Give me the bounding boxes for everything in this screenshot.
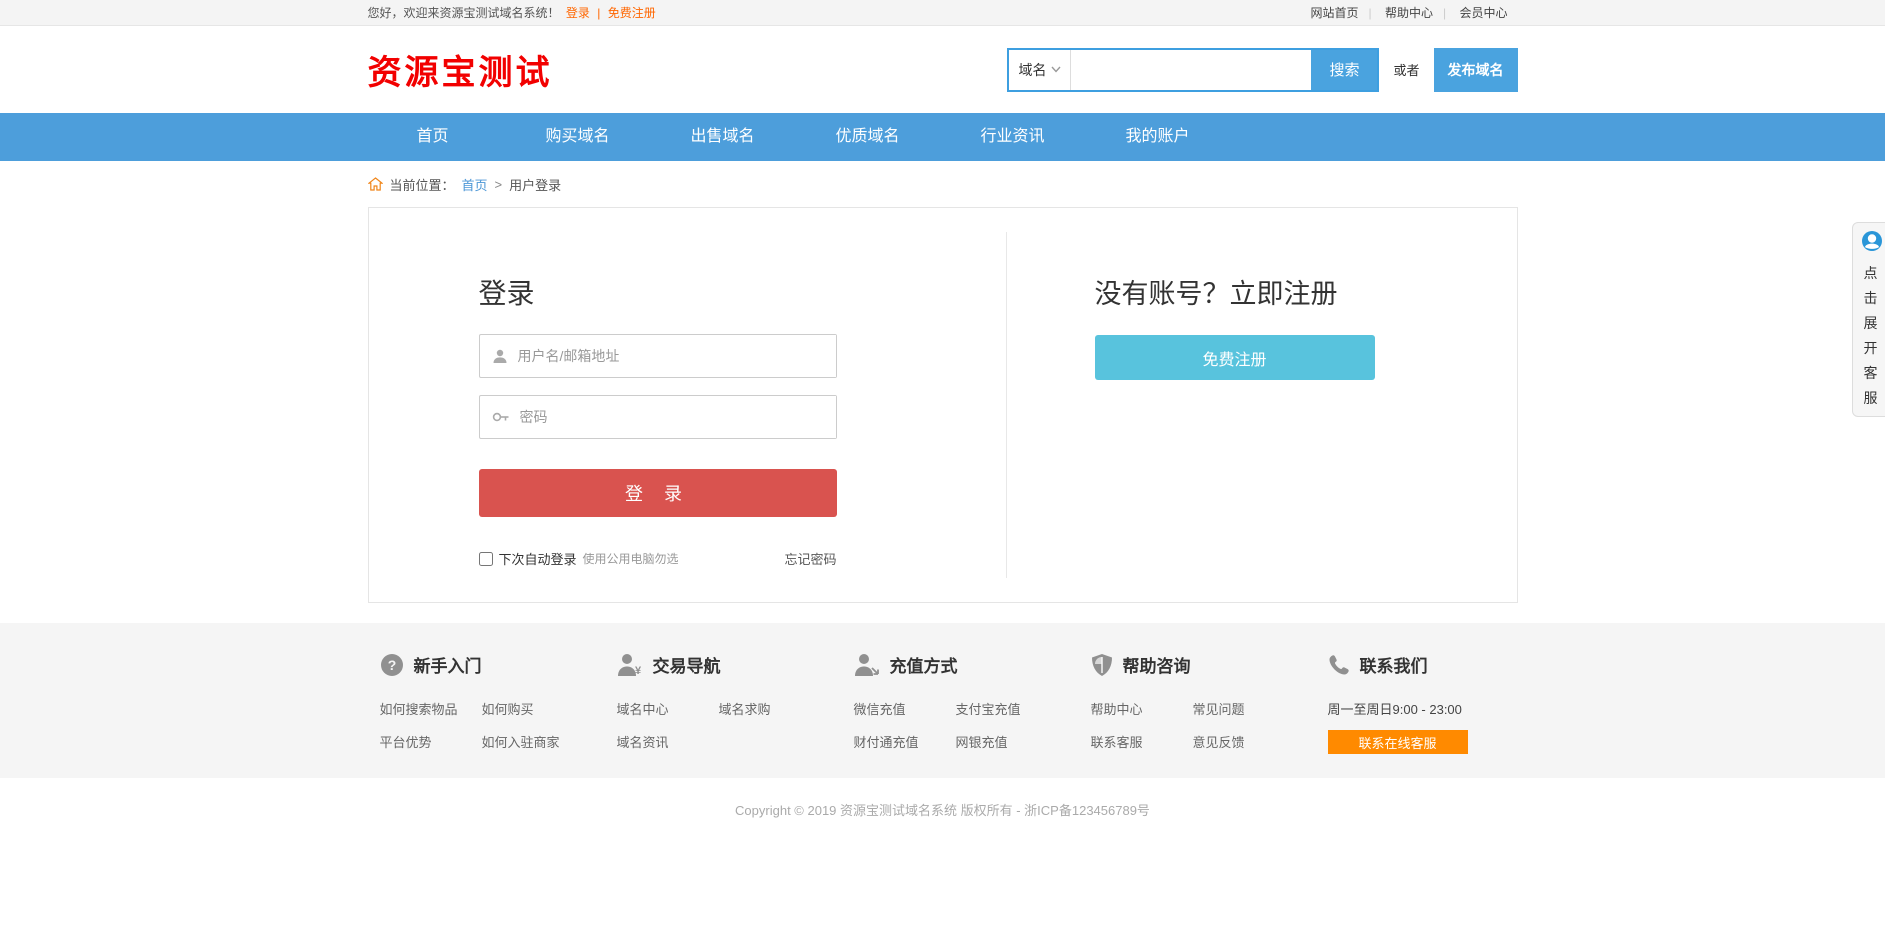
- recharge-person-icon: [854, 653, 880, 677]
- site-logo[interactable]: 资源宝测试: [368, 45, 553, 94]
- contact-online-service-button[interactable]: 联系在线客服: [1328, 730, 1468, 754]
- footer-col-title: 帮助咨询: [1123, 652, 1191, 677]
- nav-item-my-account[interactable]: 我的账户: [1093, 113, 1223, 161]
- nav-item-industry-news[interactable]: 行业资讯: [948, 113, 1078, 161]
- footer-col-title: 充值方式: [890, 652, 958, 677]
- auto-login-option: 下次自动登录 使用公用电脑勿选: [479, 549, 679, 568]
- publish-domain-button[interactable]: 发布域名: [1434, 48, 1518, 92]
- forgot-password-link[interactable]: 忘记密码: [784, 549, 836, 568]
- nav-item-sell-domain[interactable]: 出售域名: [658, 113, 788, 161]
- search-box: 域名 搜索: [1007, 48, 1379, 92]
- expand-service-label: 点 击 展 开 客 服: [1853, 263, 1885, 408]
- breadcrumb-separator: >: [495, 177, 503, 192]
- username-field-wrap: [479, 334, 837, 378]
- search-category-label: 域名: [1018, 60, 1046, 80]
- auto-login-label: 下次自动登录: [499, 549, 577, 568]
- footer-link[interactable]: 支付宝充值: [956, 699, 1091, 718]
- footer-col-title: 新手入门: [414, 652, 482, 677]
- divider: |: [1443, 6, 1446, 20]
- free-register-button[interactable]: 免费注册: [1095, 335, 1375, 380]
- password-field-wrap: [479, 395, 837, 439]
- nav-item-home[interactable]: 首页: [368, 113, 498, 161]
- customer-service-float-panel[interactable]: 点 击 展 开 客 服: [1852, 222, 1885, 417]
- or-text: 或者: [1393, 60, 1419, 79]
- breadcrumb-home-link[interactable]: 首页: [462, 175, 488, 194]
- topbar-link-member-center[interactable]: 会员中心: [1459, 6, 1507, 20]
- login-panel: 登录 登 录 下次自动登录 使用公用电脑勿选: [368, 207, 1518, 603]
- login-options: 下次自动登录 使用公用电脑勿选 忘记密码: [479, 549, 837, 568]
- vertical-divider: [1006, 232, 1007, 578]
- footer-col-title: 联系我们: [1360, 652, 1428, 677]
- footer-col-trade: ¥ 交易导航 域名中心 域名求购 域名资讯: [617, 652, 854, 754]
- footer-link[interactable]: 微信充值: [854, 699, 956, 718]
- trade-person-icon: ¥: [617, 653, 643, 677]
- footer-link[interactable]: 域名中心: [617, 699, 719, 718]
- topbar: 您好，欢迎来资源宝测试域名系统！ 登录 | 免费注册 网站首页 | 帮助中心 | 会…: [0, 0, 1885, 26]
- footer-link[interactable]: 域名资讯: [617, 732, 719, 751]
- topbar-welcome-area: 您好，欢迎来资源宝测试域名系统！ 登录 | 免费注册: [368, 4, 659, 21]
- breadcrumb-current: 用户登录: [509, 175, 561, 194]
- login-submit-button[interactable]: 登 录: [479, 469, 837, 517]
- footer-link[interactable]: 意见反馈: [1193, 732, 1328, 751]
- footer-link[interactable]: 常见问题: [1193, 699, 1328, 718]
- divider: |: [1369, 6, 1372, 20]
- topbar-link-site-home[interactable]: 网站首页: [1311, 6, 1359, 20]
- topbar-link-help-center[interactable]: 帮助中心: [1385, 6, 1433, 20]
- user-icon: [492, 348, 508, 364]
- domain-search-area: 域名 搜索 或者 发布域名: [1007, 48, 1517, 92]
- footer-col-title: 交易导航: [653, 652, 721, 677]
- footer-col-recharge: 充值方式 微信充值 支付宝充值 财付通充值 网银充值: [854, 652, 1091, 754]
- footer-link[interactable]: 域名求购: [719, 699, 854, 718]
- nav-item-premium-domain[interactable]: 优质域名: [803, 113, 933, 161]
- phone-icon: [1328, 654, 1350, 676]
- svg-text:?: ?: [387, 657, 396, 673]
- service-hours: 周一至周日9:00 - 23:00: [1328, 699, 1468, 718]
- footer-link[interactable]: 如何搜索物品: [380, 699, 482, 718]
- footer-col-help: 帮助咨询 帮助中心 常见问题 联系客服 意见反馈: [1091, 652, 1328, 754]
- footer: ? 新手入门 如何搜索物品 如何购买 平台优势 如何入驻商家 ¥ 交易导航 域名…: [0, 623, 1885, 778]
- password-input[interactable]: [520, 396, 836, 438]
- topbar-separator: |: [597, 6, 600, 20]
- question-circle-icon: ?: [380, 653, 404, 677]
- topbar-links: 网站首页 | 帮助中心 | 会员中心: [1301, 4, 1518, 21]
- footer-link[interactable]: 如何入驻商家: [482, 732, 617, 751]
- search-input[interactable]: [1071, 50, 1311, 90]
- footer-link[interactable]: 财付通充值: [854, 732, 956, 751]
- footer-col-beginner: ? 新手入门 如何搜索物品 如何购买 平台优势 如何入驻商家: [380, 652, 617, 754]
- chevron-down-icon: [1051, 66, 1061, 73]
- auto-login-checkbox[interactable]: [479, 552, 493, 566]
- footer-col-contact: 联系我们 周一至周日9:00 - 23:00 联系在线客服: [1328, 652, 1468, 754]
- topbar-register-link[interactable]: 免费注册: [608, 6, 656, 20]
- footer-link[interactable]: 帮助中心: [1091, 699, 1193, 718]
- copyright-text: Copyright © 2019 资源宝测试域名系统 版权所有 - 浙ICP备1…: [0, 800, 1885, 819]
- breadcrumb: 当前位置： 首页 > 用户登录: [0, 161, 1885, 207]
- footer-link[interactable]: 如何购买: [482, 699, 617, 718]
- footer-link[interactable]: 平台优势: [380, 732, 482, 751]
- svg-text:¥: ¥: [634, 665, 641, 677]
- footer-link[interactable]: 联系客服: [1091, 732, 1193, 751]
- key-icon: [492, 411, 510, 423]
- register-title: 没有账号？立即注册: [1095, 272, 1375, 311]
- main-nav: 首页 购买域名 出售域名 优质域名 行业资讯 我的账户: [0, 113, 1885, 161]
- login-title: 登录: [479, 272, 837, 312]
- topbar-login-link[interactable]: 登录: [566, 6, 590, 20]
- breadcrumb-prefix: 当前位置：: [390, 175, 455, 194]
- welcome-text: 您好，欢迎来资源宝测试域名系统！: [368, 6, 560, 20]
- footer-link[interactable]: 网银充值: [956, 732, 1091, 751]
- login-section: 登录 登 录 下次自动登录 使用公用电脑勿选: [479, 272, 837, 568]
- shield-icon: [1091, 653, 1113, 677]
- register-section: 没有账号？立即注册 免费注册: [1095, 272, 1375, 380]
- qq-service-icon: [1858, 228, 1884, 254]
- search-button[interactable]: 搜索: [1311, 50, 1377, 90]
- auto-login-hint: 使用公用电脑勿选: [583, 550, 679, 567]
- header: 资源宝测试 域名 搜索 或者 发布域名: [0, 26, 1885, 113]
- home-icon: [368, 177, 383, 191]
- username-input[interactable]: [518, 335, 836, 377]
- search-category-select[interactable]: 域名: [1009, 50, 1071, 90]
- nav-item-buy-domain[interactable]: 购买域名: [513, 113, 643, 161]
